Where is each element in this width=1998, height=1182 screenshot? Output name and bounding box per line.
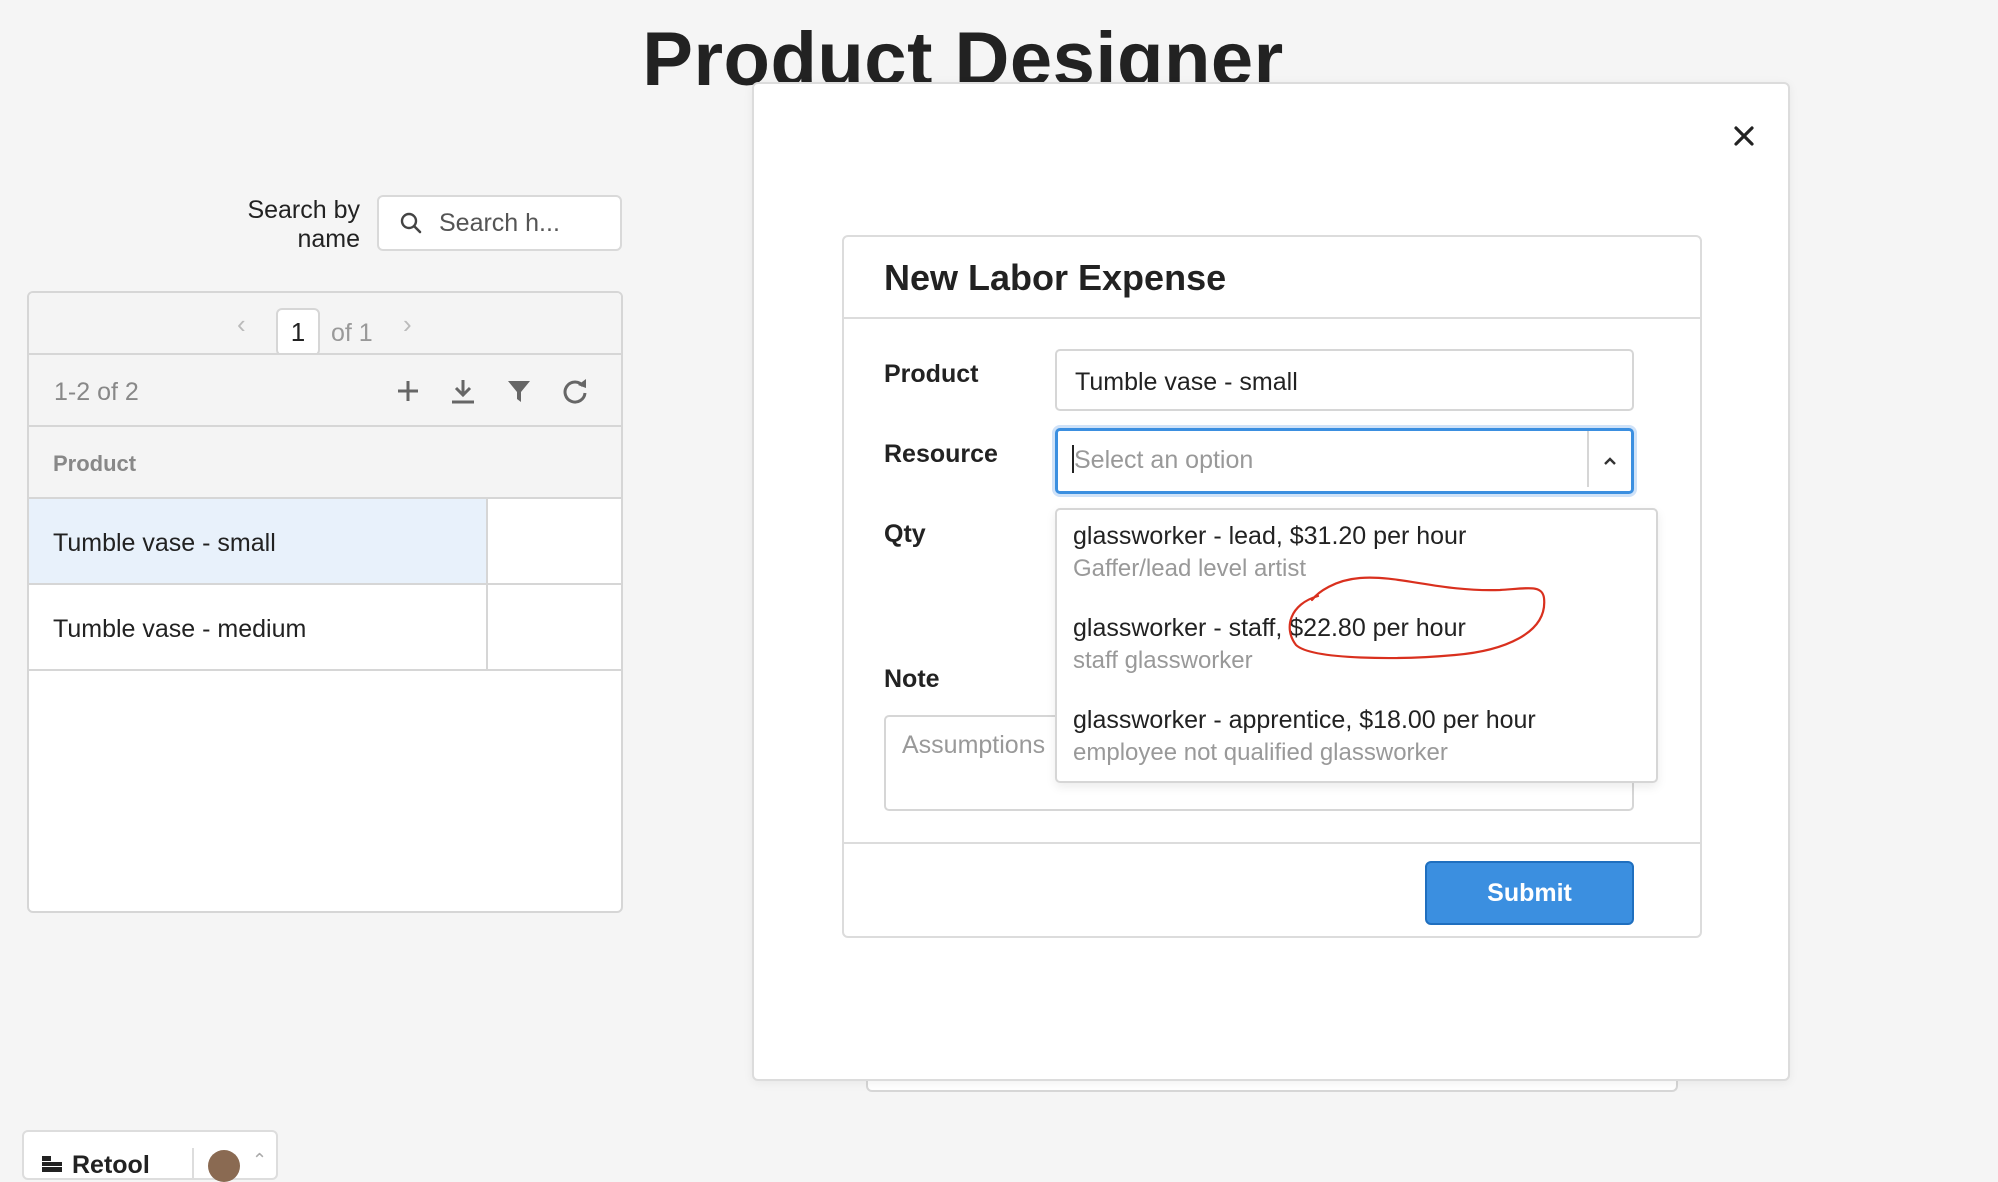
divider bbox=[844, 842, 1700, 844]
form-title: New Labor Expense bbox=[884, 257, 1227, 298]
pagination: ‹ 1 of 1 › bbox=[29, 293, 621, 356]
chevron-up-icon bbox=[1604, 457, 1616, 465]
divider bbox=[192, 1148, 194, 1178]
next-page-icon[interactable]: › bbox=[403, 309, 412, 340]
table-toolbar: 1-2 of 2 bbox=[29, 353, 621, 427]
table-row-extension bbox=[488, 499, 621, 585]
qty-label: Qty bbox=[884, 520, 926, 548]
cell-product: Tumble vase - small bbox=[53, 529, 276, 557]
resource-select[interactable]: Select an option bbox=[1055, 428, 1634, 494]
product-label: Product bbox=[884, 360, 979, 388]
product-field[interactable]: Tumble vase - small bbox=[1055, 349, 1634, 411]
resource-label: Resource bbox=[884, 440, 998, 468]
table-row[interactable]: Tumble vase - small bbox=[29, 499, 488, 585]
divider bbox=[844, 317, 1700, 319]
retool-logo-icon bbox=[42, 1156, 62, 1172]
filter-icon[interactable] bbox=[505, 377, 533, 405]
refresh-icon[interactable] bbox=[561, 377, 589, 405]
download-icon[interactable] bbox=[449, 377, 477, 405]
labor-expense-form: New Labor Expense Product Tumble vase - … bbox=[842, 235, 1702, 938]
search-label: Search by name bbox=[247, 196, 360, 253]
page-total: of 1 bbox=[331, 319, 373, 347]
retool-footer[interactable]: Retool ⌃ bbox=[22, 1130, 278, 1182]
dropdown-toggle[interactable] bbox=[1587, 431, 1631, 487]
table-row-extension bbox=[488, 585, 621, 671]
note-label: Note bbox=[884, 665, 940, 693]
search-icon bbox=[400, 212, 422, 234]
close-icon[interactable] bbox=[1724, 116, 1764, 156]
products-table: ‹ 1 of 1 › 1-2 of 2 Product Tumble vase … bbox=[27, 291, 623, 913]
resource-dropdown-menu: glassworker - lead, $31.20 per hour Gaff… bbox=[1055, 508, 1658, 783]
search-input[interactable]: Search h... bbox=[377, 195, 622, 251]
dropdown-option[interactable]: glassworker - staff, $22.80 per hour sta… bbox=[1073, 614, 1633, 675]
dropdown-option[interactable]: glassworker - apprentice, $18.00 per hou… bbox=[1073, 706, 1633, 767]
modal: New Labor Expense Product Tumble vase - … bbox=[752, 82, 1790, 1081]
page-number-input[interactable]: 1 bbox=[276, 308, 320, 356]
row-count: 1-2 of 2 bbox=[54, 378, 139, 406]
add-icon[interactable] bbox=[394, 377, 422, 405]
column-header-product[interactable]: Product bbox=[29, 427, 621, 499]
dropdown-option[interactable]: glassworker - lead, $31.20 per hour Gaff… bbox=[1073, 522, 1633, 583]
search-placeholder: Search h... bbox=[439, 208, 560, 237]
chevron-up-icon[interactable]: ⌃ bbox=[252, 1150, 267, 1171]
prev-page-icon[interactable]: ‹ bbox=[237, 309, 246, 340]
page-title: Product Designer bbox=[642, 17, 1284, 86]
table-row[interactable]: Tumble vase - medium bbox=[29, 585, 488, 671]
cell-product: Tumble vase - medium bbox=[53, 615, 307, 643]
avatar[interactable] bbox=[208, 1150, 240, 1182]
submit-button[interactable]: Submit bbox=[1425, 861, 1634, 925]
